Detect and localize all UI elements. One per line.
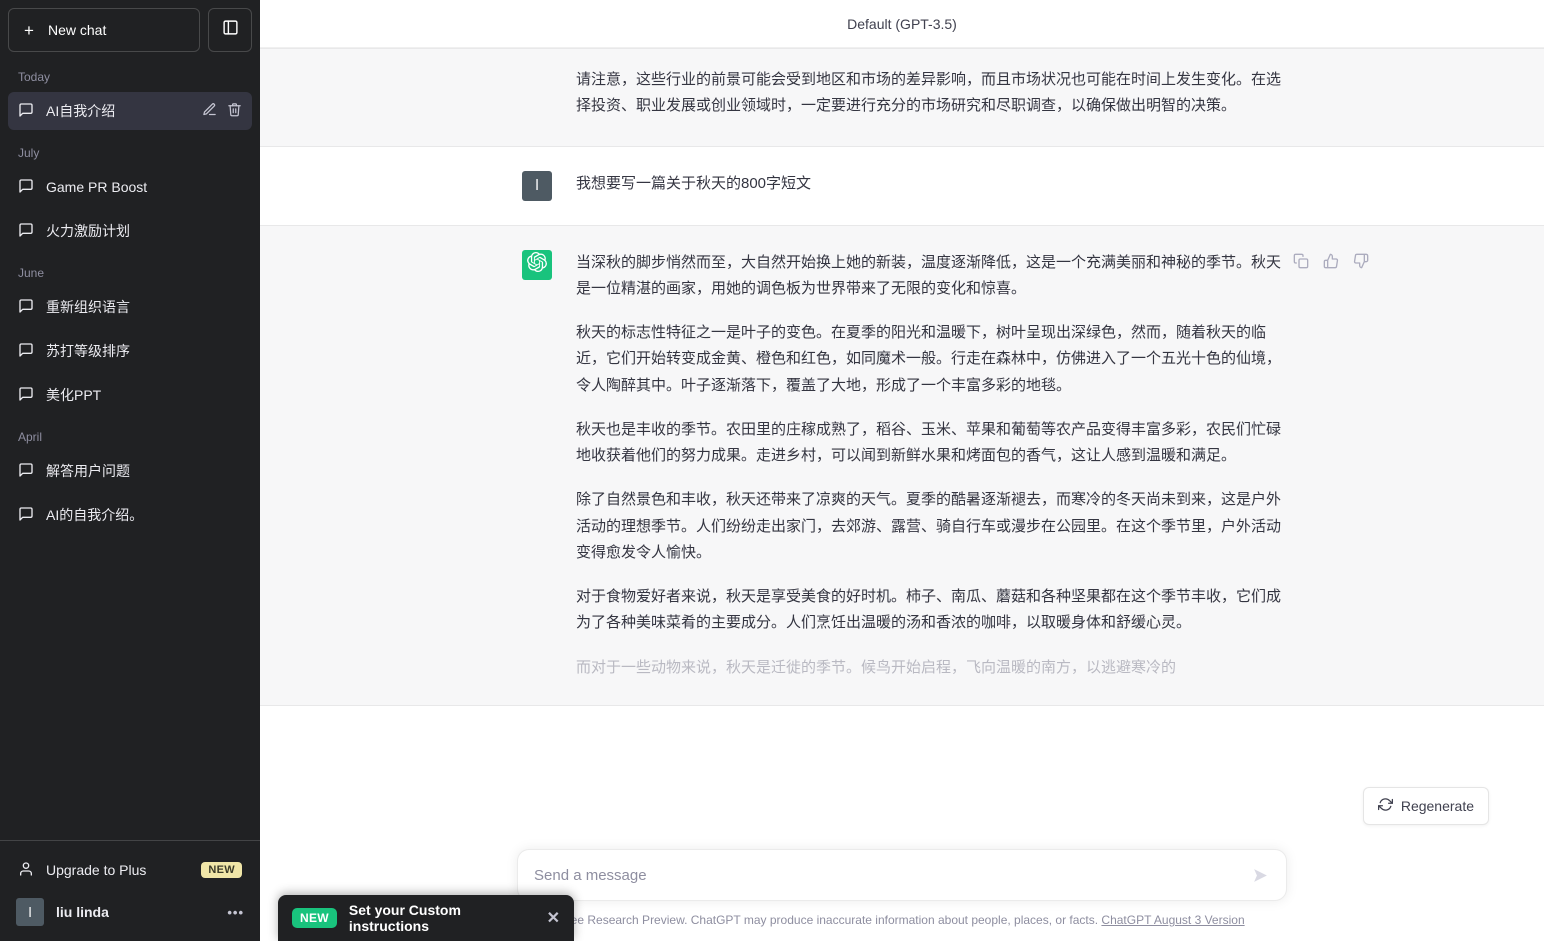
paragraph: 当深秋的脚步悄然而至，大自然开始换上她的新装，温度逐渐降低，这是一个充满美丽和神… bbox=[576, 253, 1282, 297]
message-row-assistant: 请注意，这些行业的前景可能会受到地区和市场的差异影响，而且市场状况也可能在时间上… bbox=[260, 48, 1544, 147]
toast-new-badge: NEW bbox=[292, 908, 337, 928]
date-group-label: July bbox=[18, 146, 40, 160]
message-input[interactable] bbox=[534, 866, 1238, 884]
message-content: 我想要写一篇关于秋天的800字短文 bbox=[576, 171, 1282, 201]
pencil-icon[interactable] bbox=[202, 102, 217, 120]
chat-bubble-icon bbox=[18, 102, 34, 121]
chat-item-actions bbox=[202, 102, 242, 120]
message-content: 当深秋的脚步悄然而至，大自然开始换上她的新装，温度逐渐降低，这是一个充满美丽和神… bbox=[576, 250, 1282, 681]
date-group-label: Today bbox=[18, 70, 51, 84]
chat-bubble-icon bbox=[18, 178, 34, 197]
paragraph: 秋天的标志性特征之一是叶子的变色。在夏季的阳光和温暖下，树叶呈现出深绿色，然而，… bbox=[576, 324, 1282, 394]
sidebar-item-ai-self-intro[interactable]: AI自我介绍 bbox=[8, 92, 252, 130]
new-chat-label: New chat bbox=[48, 22, 107, 38]
paragraph: 请注意，这些行业的前景可能会受到地区和市场的差异影响，而且市场状况也可能在时间上… bbox=[576, 71, 1282, 115]
date-group-label: June bbox=[18, 266, 45, 280]
footer-note-text: Free Research Preview. ChatGPT may produ… bbox=[559, 913, 1099, 927]
toast-label: Set your Custom instructions bbox=[348, 902, 461, 934]
chat-history-list[interactable]: Today AI自我介绍 July Game PR Boost 火力激励计划 J… bbox=[0, 60, 260, 840]
openai-logo-icon bbox=[527, 252, 547, 277]
sidebar-item-label: 重新组织语言 bbox=[46, 299, 130, 315]
upgrade-to-plus-button[interactable]: Upgrade to Plus NEW bbox=[8, 849, 252, 891]
sidebar-item-answer-user-questions[interactable]: 解答用户问题 bbox=[8, 452, 252, 490]
model-selector[interactable]: Default (GPT-3.5) bbox=[260, 0, 1544, 48]
paragraph: 而对于一些动物来说，秋天是迁徙的季节。候鸟开始启程，飞向温暖的南方，以逃避寒冷的 bbox=[576, 658, 1177, 676]
chatgpt-app: + New chat Today AI自我介绍 July Game PR Boo… bbox=[0, 0, 1544, 941]
sidebar-item-label: AI的自我介绍。 bbox=[46, 507, 144, 523]
sidebar-item-reorganize-language[interactable]: 重新组织语言 bbox=[8, 288, 252, 326]
sidebar-header: + New chat bbox=[0, 0, 260, 60]
sidebar-item-label: 美化PPT bbox=[46, 387, 102, 403]
upgrade-new-badge: NEW bbox=[201, 862, 242, 878]
refresh-icon bbox=[1377, 797, 1393, 815]
chat-bubble-icon bbox=[18, 506, 34, 525]
paragraph: 除了自然景色和丰收，秋天还带来了凉爽的天气。夏季的酷暑逐渐褪去，而寒冷的冬天尚未… bbox=[576, 491, 1282, 561]
regenerate-row: Regenerate bbox=[260, 787, 1544, 849]
message-actions bbox=[1290, 250, 1372, 272]
message-content: 请注意，这些行业的前景可能会受到地区和市场的差异影响，而且市场状况也可能在时间上… bbox=[576, 67, 1282, 120]
avatar bbox=[522, 249, 552, 280]
date-group-label: April bbox=[18, 430, 43, 444]
sidebar-item-game-pr-boost[interactable]: Game PR Boost bbox=[8, 168, 252, 206]
sidebar-item-soda-ranking[interactable]: 苏打等级排序 bbox=[8, 332, 252, 370]
plus-icon: + bbox=[24, 20, 34, 40]
sidebar-panel-icon bbox=[222, 19, 239, 41]
chat-bubble-icon bbox=[18, 386, 34, 405]
regenerate-button[interactable]: Regenerate bbox=[1362, 787, 1489, 825]
person-icon bbox=[18, 861, 34, 880]
avatar: l bbox=[522, 170, 552, 201]
sidebar-item-label: 火力激励计划 bbox=[46, 223, 130, 239]
sidebar: + New chat Today AI自我介绍 July Game PR Boo… bbox=[0, 0, 260, 941]
sidebar-item-label: 苏打等级排序 bbox=[46, 343, 130, 359]
chat-bubble-icon bbox=[18, 342, 34, 361]
ellipsis-icon[interactable]: ••• bbox=[227, 905, 244, 920]
send-arrow-icon[interactable] bbox=[1248, 863, 1272, 887]
avatar: l bbox=[16, 898, 44, 926]
thumbs-up-icon[interactable] bbox=[1320, 250, 1342, 272]
chat-bubble-icon bbox=[18, 462, 34, 481]
chat-bubble-icon bbox=[18, 298, 34, 317]
message-composer[interactable] bbox=[517, 849, 1287, 901]
paragraph: 对于食物爱好者来说，秋天是享受美食的好时机。柿子、南瓜、蘑菇和各种坚果都在这个季… bbox=[576, 588, 1282, 632]
sidebar-toggle-button[interactable] bbox=[208, 8, 252, 52]
trash-icon[interactable] bbox=[227, 102, 242, 120]
main-panel: Default (GPT-3.5) 请注意，这些行业的前景可能会受到地区和市场的… bbox=[260, 0, 1544, 941]
new-chat-button[interactable]: + New chat bbox=[8, 8, 200, 52]
sidebar-item-label: Game PR Boost bbox=[46, 179, 148, 195]
sidebar-item-ai-introduction[interactable]: AI的自我介绍。 bbox=[8, 496, 252, 534]
sidebar-item-label: AI自我介绍 bbox=[46, 103, 116, 119]
copy-icon[interactable] bbox=[1290, 250, 1312, 272]
sidebar-item-label: 解答用户问题 bbox=[46, 463, 130, 479]
sidebar-footer: Upgrade to Plus NEW l liu linda ••• bbox=[0, 840, 260, 941]
regenerate-label: Regenerate bbox=[1400, 798, 1474, 814]
user-name: liu linda bbox=[56, 904, 109, 920]
custom-instructions-toast[interactable]: NEW Set your Custom instructions ✕ bbox=[278, 895, 574, 941]
sidebar-item-beautify-ppt[interactable]: 美化PPT bbox=[8, 376, 252, 414]
upgrade-label: Upgrade to Plus bbox=[46, 862, 147, 878]
model-label: Default (GPT-3.5) bbox=[847, 15, 957, 32]
chat-bubble-icon bbox=[18, 222, 34, 241]
sidebar-item-firepower-plan[interactable]: 火力激励计划 bbox=[8, 212, 252, 250]
message-row-assistant: 当深秋的脚步悄然而至，大自然开始换上她的新装，温度逐渐降低，这是一个充满美丽和神… bbox=[260, 224, 1544, 706]
version-link[interactable]: ChatGPT August 3 Version bbox=[1101, 913, 1244, 927]
user-account-button[interactable]: l liu linda ••• bbox=[8, 891, 252, 933]
paragraph: 秋天也是丰收的季节。农田里的庄稼成熟了，稻谷、玉米、苹果和葡萄等农产品变得丰富多… bbox=[576, 420, 1282, 464]
thumbs-down-icon[interactable] bbox=[1350, 250, 1372, 272]
message-row-user: l 我想要写一篇关于秋天的800字短文 bbox=[260, 146, 1544, 225]
close-icon[interactable]: ✕ bbox=[547, 908, 560, 928]
paragraph: 我想要写一篇关于秋天的800字短文 bbox=[576, 174, 812, 192]
